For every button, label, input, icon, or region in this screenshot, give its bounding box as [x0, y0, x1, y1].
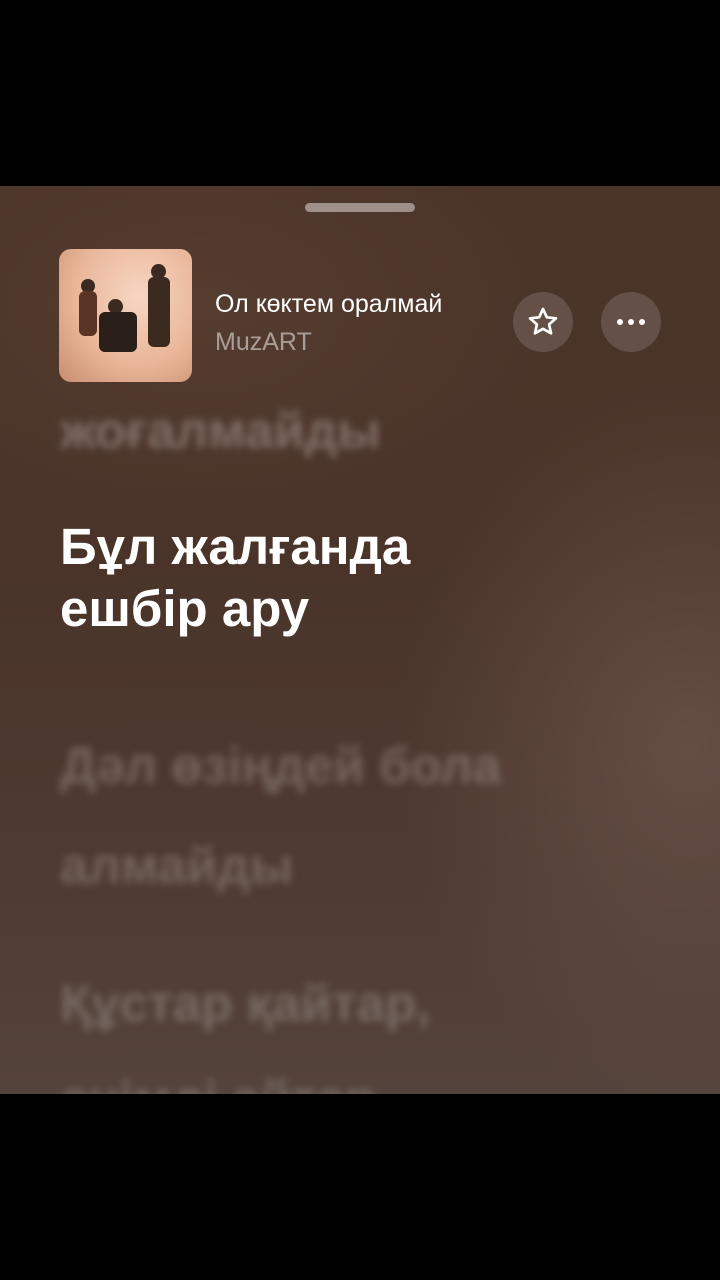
star-icon: [528, 307, 558, 335]
lyric-line-next[interactable]: Дәл өзіңдей бола алмайды: [60, 716, 680, 916]
album-artwork[interactable]: [59, 249, 192, 382]
sheet-grabber-handle[interactable]: [305, 203, 415, 212]
lyric-line-previous[interactable]: жоғалмайды: [60, 400, 680, 462]
ellipsis-icon: [617, 319, 645, 325]
lyric-text: ешбір ару: [60, 580, 310, 637]
lyric-line-upcoming[interactable]: Құстар қайтар, әнімді айтар: [60, 956, 680, 1094]
track-artist[interactable]: MuzART: [215, 328, 312, 357]
lyric-text: алмайды: [60, 837, 294, 894]
letterbox-bottom: [0, 1094, 720, 1280]
track-title[interactable]: Ол көктем оралмай: [215, 290, 505, 319]
lyric-text: Құстар қайтар,: [60, 975, 431, 1032]
lyrics-sheet: Ол көктем оралмай MuzART жоғалмайды Бұл …: [0, 186, 720, 1094]
favorite-button[interactable]: [513, 292, 573, 352]
more-options-button[interactable]: [601, 292, 661, 352]
lyric-text: жоғалмайды: [60, 402, 381, 459]
lyric-line-active[interactable]: Бұл жалғанда ешбір ару: [60, 516, 680, 640]
lyric-text: Дәл өзіңдей бола: [60, 737, 502, 794]
letterbox-top: [0, 0, 720, 186]
lyric-text: Бұл жалғанда: [60, 518, 411, 575]
lyric-text: әнімді айтар: [60, 1052, 680, 1094]
